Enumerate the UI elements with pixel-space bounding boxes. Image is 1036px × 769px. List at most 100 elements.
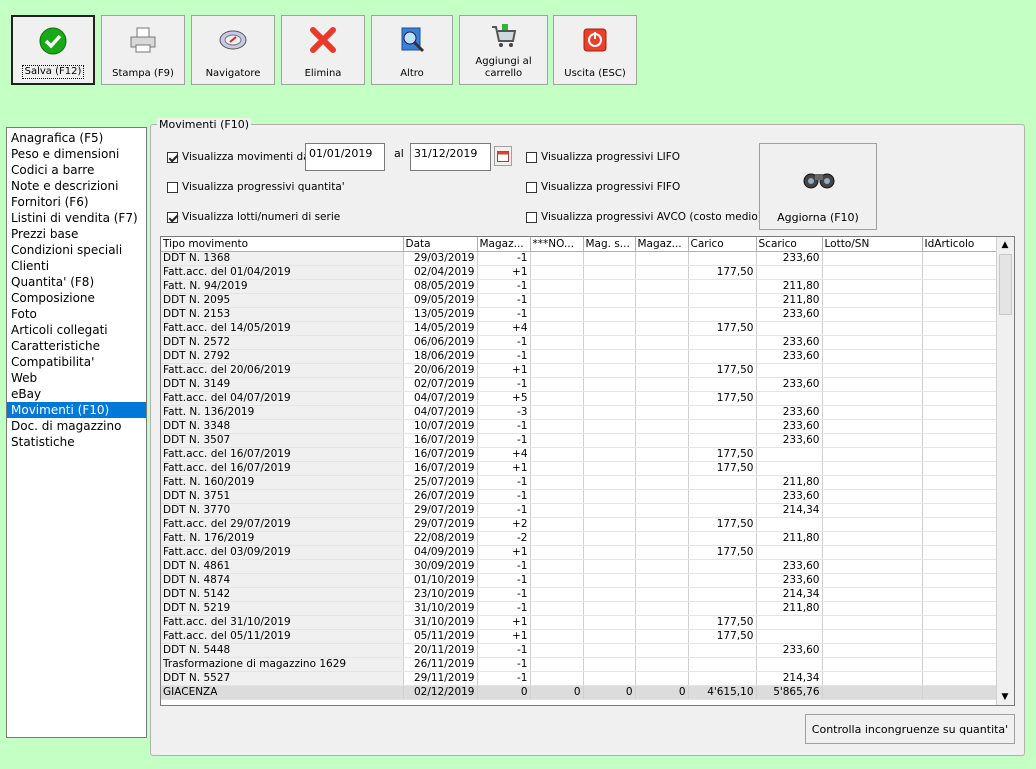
table-row[interactable]: Fatt. N. 176/2019 22/08/2019 -2 211,80	[161, 531, 999, 546]
table-row[interactable]: DDT N. 3348 10/07/2019 -1 233,60	[161, 419, 999, 434]
table-row[interactable]: DDT N. 3751 26/07/2019 -1 233,60	[161, 489, 999, 504]
check-inconsistencies-button[interactable]: Controlla incongruenze su quantita'	[805, 714, 1015, 744]
section-nav-list[interactable]: Anagrafica (F5) Peso e dimensioni Codici a…	[6, 127, 147, 738]
table-row[interactable]: Fatt.acc. del 16/07/2019 16/07/2019 +1 177,…	[161, 461, 999, 476]
nav-item[interactable]: Foto	[7, 306, 146, 322]
nav-item[interactable]: Fornitori (F6)	[7, 194, 146, 210]
table-row[interactable]: DDT N. 5527 29/11/2019 -1 214,34	[161, 671, 999, 686]
column-header[interactable]: ***NO...	[530, 237, 584, 252]
table-row[interactable]: DDT N. 4861 30/09/2019 -1 233,60	[161, 559, 999, 574]
table-row[interactable]: DDT N. 5448 20/11/2019 -1 233,60	[161, 643, 999, 658]
nav-item[interactable]: Prezzi base	[7, 226, 146, 242]
table-row[interactable]: DDT N. 2153 13/05/2019 -1 233,60	[161, 307, 999, 322]
table-row[interactable]: DDT N. 1368 29/03/2019 -1 233,60	[161, 251, 999, 266]
table-row[interactable]: Fatt.acc. del 31/10/2019 31/10/2019 +1 177,…	[161, 615, 999, 630]
table-cell: DDT N. 2792	[161, 349, 404, 364]
nav-item[interactable]: Doc. di magazzino	[7, 418, 146, 434]
nav-item[interactable]: Note e descrizioni	[7, 178, 146, 194]
nav-item[interactable]: Statistiche	[7, 434, 146, 450]
delete-button[interactable]: Elimina	[281, 15, 365, 85]
table-row[interactable]: Fatt.acc. del 04/07/2019 04/07/2019 +5 177,…	[161, 391, 999, 406]
table-row[interactable]: Trasformazione di magazzino 1629 26/11/20…	[161, 657, 999, 672]
date-from-field[interactable]: 01/01/2019	[305, 143, 385, 171]
table-row[interactable]: DDT N. 3507 16/07/2019 -1 233,60	[161, 433, 999, 448]
prog-qty-checkbox[interactable]: Visualizza progressivi quantita'	[167, 181, 345, 193]
table-cell	[530, 293, 584, 308]
table-row[interactable]: DDT N. 5142 23/10/2019 -1 214,34	[161, 587, 999, 602]
table-row[interactable]: Fatt. N. 160/2019 25/07/2019 -1 211,80	[161, 475, 999, 490]
nav-item[interactable]: Composizione	[7, 290, 146, 306]
column-header[interactable]: Mag. s...	[583, 237, 636, 252]
table-cell: 211,80	[756, 531, 823, 546]
lifo-checkbox[interactable]: Visualizza progressivi LIFO	[526, 151, 680, 163]
table-cell	[635, 349, 689, 364]
table-cell: +1	[477, 363, 531, 378]
show-moves-checkbox[interactable]: Visualizza movimenti dal	[167, 151, 313, 163]
nav-item[interactable]: Compatibilita'	[7, 354, 146, 370]
nav-item[interactable]: Quantita' (F8)	[7, 274, 146, 290]
table-cell: 20/11/2019	[403, 643, 478, 658]
exit-button[interactable]: Uscita (ESC)	[553, 15, 637, 85]
table-row[interactable]: DDT N. 5219 31/10/2019 -1 211,80	[161, 601, 999, 616]
table-row[interactable]: Fatt.acc. del 29/07/2019 29/07/2019 +2 177,…	[161, 517, 999, 532]
refresh-button[interactable]: Aggiorna (F10)	[759, 143, 877, 230]
table-row[interactable]: Fatt.acc. del 05/11/2019 05/11/2019 +1 177,…	[161, 629, 999, 644]
nav-item[interactable]: Movimenti (F10)	[7, 402, 146, 418]
table-cell	[922, 559, 999, 574]
column-header[interactable]: IdArticolo	[922, 237, 999, 252]
fifo-checkbox[interactable]: Visualizza progressivi FIFO	[526, 181, 680, 193]
avco-checkbox[interactable]: Visualizza progressivi AVCO (costo medio…	[526, 211, 762, 223]
column-header[interactable]: Magaz...	[477, 237, 531, 252]
nav-item[interactable]: Anagrafica (F5)	[7, 130, 146, 146]
nav-item[interactable]: Caratteristiche	[7, 338, 146, 354]
nav-item[interactable]: Codici a barre	[7, 162, 146, 178]
table-cell: Fatt.acc. del 05/11/2019	[161, 629, 404, 644]
movements-table[interactable]: Tipo movimento Data Magaz... ***NO... Mag. s…	[160, 236, 1015, 706]
table-row[interactable]: Fatt.acc. del 01/04/2019 02/04/2019 +1 177,…	[161, 265, 999, 280]
nav-item[interactable]: Condizioni speciali	[7, 242, 146, 258]
nav-item[interactable]: Articoli collegati	[7, 322, 146, 338]
table-row[interactable]: Fatt.acc. del 03/09/2019 04/09/2019 +1 177,…	[161, 545, 999, 560]
table-row[interactable]: DDT N. 3149 02/07/2019 -1 233,60	[161, 377, 999, 392]
table-cell	[583, 573, 636, 588]
column-header[interactable]: Tipo movimento	[161, 237, 404, 252]
scroll-thumb[interactable]	[999, 254, 1012, 315]
save-button[interactable]: Salva (F12)	[11, 15, 95, 85]
nav-item[interactable]: Web	[7, 370, 146, 386]
table-row[interactable]: DDT N. 4874 01/10/2019 -1 233,60	[161, 573, 999, 588]
scroll-up-icon[interactable]: ▲	[998, 238, 1012, 252]
date-to-field[interactable]: 31/12/2019	[410, 143, 491, 171]
column-header[interactable]: Data	[403, 237, 478, 252]
table-row[interactable]: Fatt.acc. del 20/06/2019 20/06/2019 +1 177,…	[161, 363, 999, 378]
nav-item[interactable]: Listini di vendita (F7)	[7, 210, 146, 226]
nav-item[interactable]: Peso e dimensioni	[7, 146, 146, 162]
nav-item[interactable]: Clienti	[7, 258, 146, 274]
print-button[interactable]: Stampa (F9)	[101, 15, 185, 85]
calendar-button[interactable]	[494, 146, 512, 166]
navigator-button[interactable]: Navigatore	[191, 15, 275, 85]
vertical-scrollbar[interactable]: ▲ ▼	[996, 237, 1014, 705]
table-cell	[583, 475, 636, 490]
table-row[interactable]: Fatt.acc. del 14/05/2019 14/05/2019 +4 177,…	[161, 321, 999, 336]
table-row[interactable]: DDT N. 2095 09/05/2019 -1 211,80	[161, 293, 999, 308]
table-row[interactable]: Fatt. N. 136/2019 04/07/2019 -3 233,60	[161, 405, 999, 420]
nav-item[interactable]: eBay	[7, 386, 146, 402]
table-row[interactable]: DDT N. 2792 18/06/2019 -1 233,60	[161, 349, 999, 364]
table-row[interactable]: DDT N. 3770 29/07/2019 -1 214,34	[161, 503, 999, 518]
column-header[interactable]: Carico	[688, 237, 757, 252]
add-to-cart-button[interactable]: Aggiungi al carrello	[459, 15, 548, 85]
table-cell: -3	[477, 405, 531, 420]
table-row[interactable]: DDT N. 2572 06/06/2019 -1 233,60	[161, 335, 999, 350]
column-header[interactable]: Scarico	[756, 237, 823, 252]
table-cell	[530, 573, 584, 588]
other-button[interactable]: Altro	[371, 15, 453, 85]
table-row[interactable]: Fatt.acc. del 16/07/2019 16/07/2019 +4 177,…	[161, 447, 999, 462]
table-row[interactable]: Fatt. N. 94/2019 08/05/2019 -1 211,80	[161, 279, 999, 294]
lots-checkbox[interactable]: Visualizza lotti/numeri di serie	[167, 211, 340, 223]
column-header[interactable]: Magaz...	[635, 237, 689, 252]
total-row[interactable]: GIACENZA 02/12/2019 0 0 0 0 4'615,10 5'865,76	[161, 685, 999, 700]
table-cell: 177,50	[688, 461, 757, 476]
column-header[interactable]: Lotto/SN	[822, 237, 923, 252]
scroll-down-icon[interactable]: ▼	[998, 690, 1012, 704]
table-cell	[583, 349, 636, 364]
